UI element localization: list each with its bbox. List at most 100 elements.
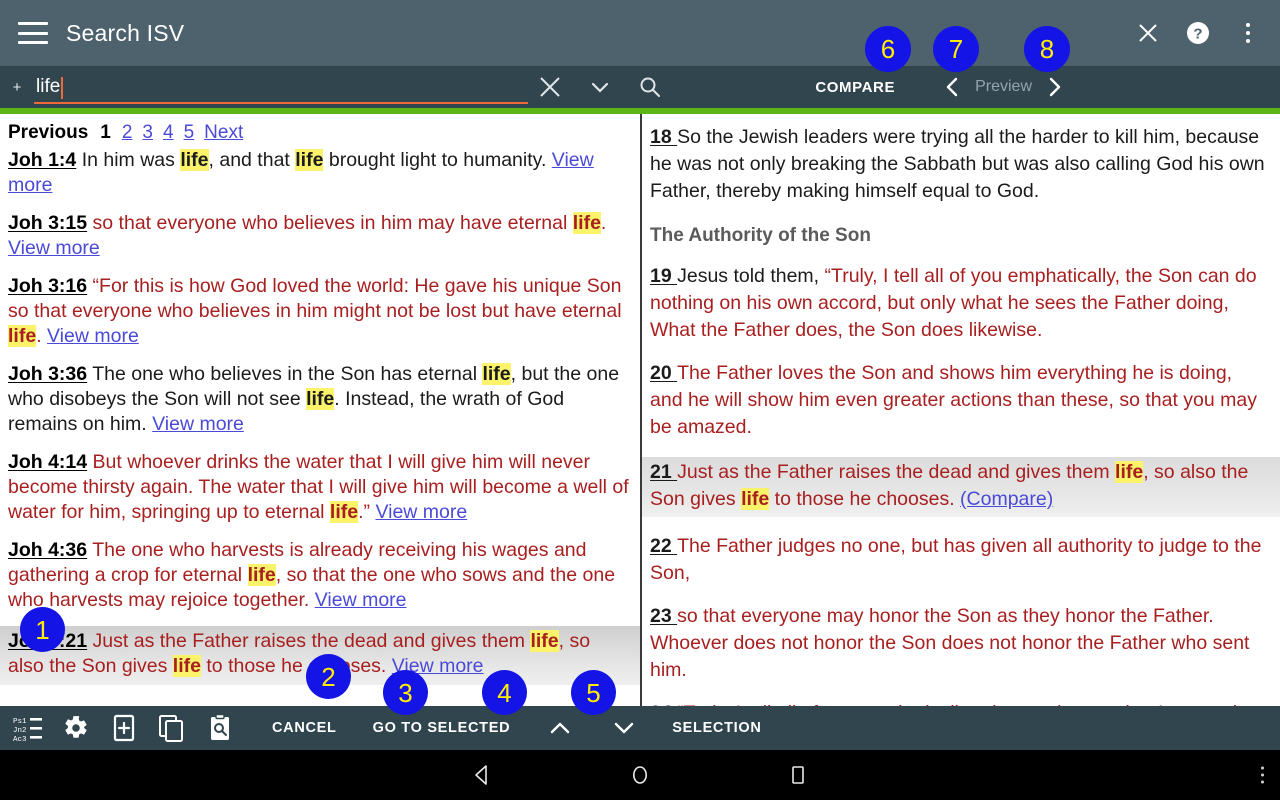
chevron-right-icon[interactable] bbox=[1038, 70, 1072, 104]
app-root: Search ISV ? + life COMPARE Preview Prev… bbox=[0, 0, 1280, 800]
search-result-item[interactable]: Joh 3:36 The one who believes in the Son… bbox=[8, 362, 630, 437]
result-reference[interactable]: Joh 3:36 bbox=[8, 363, 87, 385]
add-search-term-button[interactable]: + bbox=[0, 79, 34, 96]
verse-text-run: so that everyone may honor the Son as th… bbox=[650, 605, 1250, 681]
result-reference[interactable]: Joh 4:14 bbox=[8, 451, 87, 473]
verse-text-run: . bbox=[36, 325, 48, 347]
search-input-value: life bbox=[36, 76, 61, 97]
search-result-item[interactable]: Joh 3:15 so that everyone who believes i… bbox=[8, 211, 630, 261]
preview-verse[interactable]: 19 Jesus told them, “Truly, I tell all o… bbox=[650, 263, 1270, 344]
clear-icon[interactable] bbox=[536, 73, 564, 101]
help-icon[interactable]: ? bbox=[1184, 19, 1212, 47]
chevron-down-icon[interactable] bbox=[586, 73, 614, 101]
pager-next[interactable]: Next bbox=[204, 122, 243, 143]
hamburger-icon[interactable] bbox=[18, 22, 48, 44]
verse-text-run: The Father loves the Son and shows him e… bbox=[650, 362, 1258, 438]
search-actions bbox=[536, 73, 664, 101]
copy-icon[interactable] bbox=[148, 706, 196, 750]
result-reference[interactable]: Joh 4:36 bbox=[8, 539, 87, 561]
verse-number: 19 bbox=[650, 265, 678, 287]
pager-page-3[interactable]: 3 bbox=[142, 122, 153, 143]
search-input-underline bbox=[34, 102, 528, 104]
search-result-item[interactable]: Joh 4:36 The one who harvests is already… bbox=[8, 538, 630, 613]
result-reference[interactable]: Joh 1:4 bbox=[8, 149, 76, 171]
cancel-button[interactable]: CANCEL bbox=[272, 720, 337, 736]
compare-button[interactable]: COMPARE bbox=[815, 79, 895, 96]
verse-number: 21 bbox=[650, 461, 678, 483]
annotation-badge-2: 2 bbox=[306, 654, 351, 699]
search-bar: + life COMPARE Preview bbox=[0, 66, 1280, 108]
app-bar: Search ISV ? bbox=[0, 0, 1280, 66]
pager-page-5[interactable]: 5 bbox=[184, 122, 195, 143]
view-more-link[interactable]: View more bbox=[47, 325, 139, 347]
add-document-icon[interactable] bbox=[100, 706, 148, 750]
recents-square-icon[interactable] bbox=[778, 755, 818, 795]
verse-number: 18 bbox=[650, 126, 678, 148]
more-vert-icon[interactable] bbox=[1234, 19, 1262, 47]
verse-list-icon[interactable]: Ps1 Jn2 Ac3 bbox=[4, 706, 52, 750]
verse-text-run: In him was bbox=[81, 149, 181, 171]
verse-text-run: “For this is how God loved the world: He… bbox=[8, 275, 622, 322]
search-result-item[interactable]: Joh 3:16 “For this is how God loved the … bbox=[8, 274, 630, 349]
preview-controls: COMPARE Preview bbox=[815, 70, 1280, 104]
annotation-badge-8: 8 bbox=[1024, 26, 1070, 72]
more-vert-icon[interactable] bbox=[1261, 766, 1264, 784]
result-verse-text: The one who harvests is already receivin… bbox=[8, 539, 615, 611]
result-reference[interactable]: Joh 3:16 bbox=[8, 275, 87, 297]
pager-page-4[interactable]: 4 bbox=[163, 122, 174, 143]
search-result-item[interactable]: Joh 4:14 But whoever drinks the water th… bbox=[8, 450, 630, 525]
preview-section-heading: The Authority of the Son bbox=[650, 225, 871, 246]
search-results-panel: Previous 1 2 3 4 5 Next Joh 1:4 In him was lif… bbox=[0, 114, 640, 706]
annotation-badge-6: 6 bbox=[865, 26, 911, 72]
page-title: Search ISV bbox=[66, 19, 185, 46]
preview-verse[interactable]: 23 so that everyone may honor the Son as… bbox=[650, 603, 1270, 684]
back-triangle-icon[interactable] bbox=[462, 755, 502, 795]
pager-page-links: 2345 bbox=[117, 122, 199, 143]
verse-number: 22 bbox=[650, 535, 678, 557]
gear-icon[interactable] bbox=[52, 706, 100, 750]
result-verse-text: In him was life, and that life brought l… bbox=[82, 149, 552, 171]
verse-text-run: The Father judges no one, but has given … bbox=[650, 535, 1262, 584]
verse-text-run: to those he chooses. bbox=[769, 488, 961, 510]
home-circle-icon[interactable] bbox=[620, 755, 660, 795]
verse-text-run: . bbox=[600, 212, 607, 234]
result-reference[interactable]: Joh 3:15 bbox=[8, 212, 87, 234]
search-input[interactable]: life bbox=[34, 66, 528, 108]
close-icon[interactable] bbox=[1134, 19, 1162, 47]
search-document-icon[interactable] bbox=[196, 706, 244, 750]
verse-text-run: to those he chooses. bbox=[200, 655, 392, 677]
search-term-highlight: life bbox=[741, 488, 770, 510]
preview-pager: Preview bbox=[935, 70, 1072, 104]
pager-previous[interactable]: Previous bbox=[8, 122, 88, 143]
view-more-link[interactable]: View more bbox=[8, 237, 100, 259]
preview-verse[interactable]: 22 The Father judges no one, but has giv… bbox=[650, 533, 1270, 587]
preview-verse-selected[interactable]: 21 Just as the Father raises the dead an… bbox=[642, 457, 1280, 517]
go-to-selected-button[interactable]: GO TO SELECTED bbox=[373, 720, 511, 736]
annotation-badge-3: 3 bbox=[383, 670, 428, 715]
compare-link[interactable]: (Compare) bbox=[960, 488, 1053, 510]
chevron-down-icon[interactable] bbox=[600, 706, 648, 750]
result-verse-text: so that everyone who believes in him may… bbox=[93, 212, 607, 234]
content-panels: Previous 1 2 3 4 5 Next Joh 1:4 In him was lif… bbox=[0, 114, 1280, 706]
search-term-highlight: life bbox=[482, 363, 511, 385]
view-more-link[interactable]: View more bbox=[315, 589, 407, 611]
svg-text:Jn2: Jn2 bbox=[13, 727, 27, 735]
verse-text-run: Just as the Father raises the dead and g… bbox=[677, 461, 1116, 483]
search-result-item[interactable]: Joh 1:4 In him was life, and that life b… bbox=[8, 148, 630, 198]
annotation-badge-1: 1 bbox=[20, 607, 65, 652]
selection-button[interactable]: SELECTION bbox=[672, 720, 761, 736]
search-icon[interactable] bbox=[636, 73, 664, 101]
pager-page-2[interactable]: 2 bbox=[122, 122, 133, 143]
preview-verse[interactable]: 20 The Father loves the Son and shows hi… bbox=[650, 360, 1270, 441]
chevron-left-icon[interactable] bbox=[935, 70, 969, 104]
view-more-link[interactable]: View more bbox=[375, 501, 467, 523]
search-term-highlight: life bbox=[1115, 461, 1144, 483]
verse-text-run: So the Jewish leaders were trying all th… bbox=[650, 126, 1265, 202]
preview-verse[interactable]: 18 So the Jewish leaders were trying all… bbox=[650, 124, 1270, 205]
verse-text-run: , and that bbox=[208, 149, 296, 171]
search-term-highlight: life bbox=[306, 388, 335, 410]
result-verse-text: But whoever drinks the water that I will… bbox=[8, 451, 629, 523]
chevron-up-icon[interactable] bbox=[536, 706, 584, 750]
search-term-highlight: life bbox=[329, 501, 359, 523]
view-more-link[interactable]: View more bbox=[152, 413, 244, 435]
